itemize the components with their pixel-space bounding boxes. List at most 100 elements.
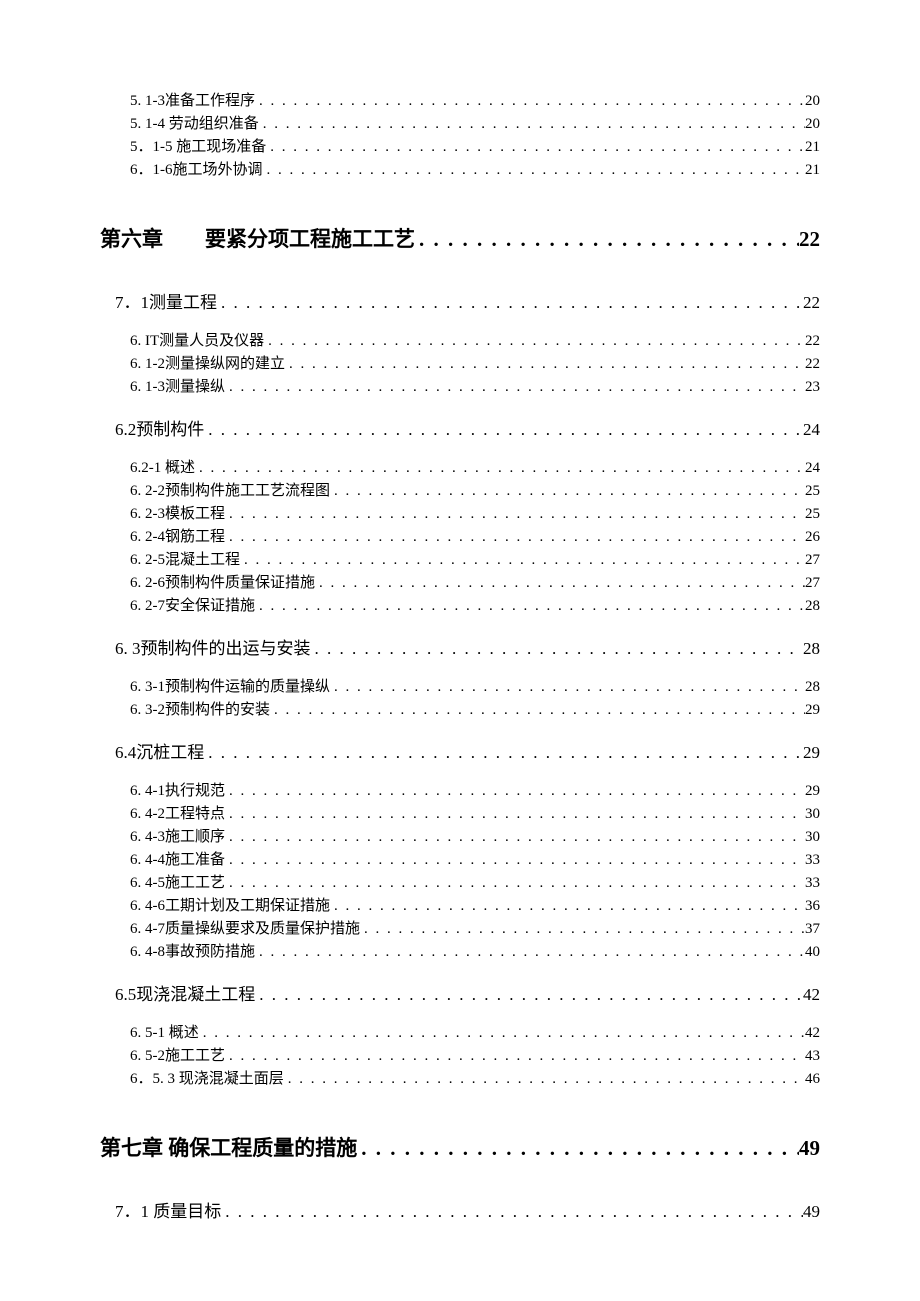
toc-page-number: 23 <box>805 376 820 399</box>
toc-leader-dots <box>330 676 805 699</box>
toc-page-number: 25 <box>805 503 820 526</box>
toc-label: 6. 4-2工程特点 <box>130 803 225 826</box>
toc-page-number: 22 <box>805 330 820 353</box>
toc-label: 6. 3-2预制构件的安装 <box>130 699 270 722</box>
toc-label: 6.4沉桩工程 <box>115 742 204 764</box>
toc-entry: 7．1 质量目标 49 <box>100 1201 820 1223</box>
toc-label: 6. 4-7质量操纵要求及质量保护措施 <box>130 918 360 941</box>
toc-label: 5．1-5 施工现场准备 <box>130 136 266 159</box>
toc-entry: 6．5. 3 现浇混凝土面层46 <box>100 1068 820 1091</box>
toc-label: 6. 4-6工期计划及工期保证措施 <box>130 895 330 918</box>
toc-label: 6. 2-4钢筋工程 <box>130 526 225 549</box>
toc-page-number: 21 <box>805 159 820 182</box>
toc-page-number: 28 <box>805 595 820 618</box>
toc-leader-dots <box>195 457 805 480</box>
toc-label: 第七章 确保工程质量的措施 <box>100 1135 357 1161</box>
toc-leader-dots <box>284 1068 805 1091</box>
toc-entry: 6. 3-2预制构件的安装29 <box>100 699 820 722</box>
toc-label: 6. IT测量人员及仪器 <box>130 330 264 353</box>
toc-leader-dots <box>225 803 805 826</box>
toc-page-number: 49 <box>803 1201 820 1223</box>
toc-label: 6. 3预制构件的出运与安装 <box>115 638 311 660</box>
toc-label: 6. 4-4施工准备 <box>130 849 225 872</box>
toc-leader-dots <box>204 742 803 764</box>
toc-page-number: 27 <box>805 572 820 595</box>
toc-leader-dots <box>225 376 805 399</box>
toc-leader-dots <box>225 849 805 872</box>
toc-page-number: 30 <box>805 803 820 826</box>
toc-entry: 6. 2-5混凝土工程 27 <box>100 549 820 572</box>
toc-label: 6. 3-1预制构件运输的质量操纵 <box>130 676 330 699</box>
toc-leader-dots <box>255 941 805 964</box>
toc-label: 6. 2-5混凝土工程 <box>130 549 240 572</box>
toc-leader-dots <box>199 1022 805 1045</box>
toc-leader-dots <box>225 872 805 895</box>
toc-entry: 6. 3预制构件的出运与安装 28 <box>100 638 820 660</box>
toc-leader-dots <box>259 113 805 136</box>
toc-leader-dots <box>255 90 805 113</box>
toc-leader-dots <box>285 353 805 376</box>
toc-page-number: 42 <box>803 984 820 1006</box>
toc-entry: 6. 4-3施工顺序30 <box>100 826 820 849</box>
toc-page-number: 22 <box>803 292 820 314</box>
toc-entry: 6. 1-3测量操纵23 <box>100 376 820 399</box>
toc-label: 6. 4-8事故预防措施 <box>130 941 255 964</box>
toc-label: 6. 5-2施工工艺 <box>130 1045 225 1068</box>
toc-label: 6. 4-3施工顺序 <box>130 826 225 849</box>
toc-leader-dots <box>255 595 805 618</box>
toc-page-number: 26 <box>805 526 820 549</box>
toc-label: 6. 1-2测量操纵网的建立 <box>130 353 285 376</box>
toc-entry: 6. 4-7质量操纵要求及质量保护措施 37 <box>100 918 820 941</box>
toc-entry: 6. 5-1 概述42 <box>100 1022 820 1045</box>
toc-leader-dots <box>311 638 804 660</box>
toc-leader-dots <box>415 226 799 252</box>
toc-entry: 6.5现浇混凝土工程 42 <box>100 984 820 1006</box>
toc-label: 6. 2-2预制构件施工工艺流程图 <box>130 480 330 503</box>
toc-entry: 5. 1-3准备工作程序20 <box>100 90 820 113</box>
toc-leader-dots <box>225 1045 805 1068</box>
toc-page-number: 22 <box>799 226 820 252</box>
toc-page-number: 21 <box>805 136 820 159</box>
toc-entry: 5. 1-4 劳动组织准备20 <box>100 113 820 136</box>
toc-page-number: 46 <box>805 1068 820 1091</box>
toc-entry: 6. 4-2工程特点 30 <box>100 803 820 826</box>
toc-page-number: 24 <box>805 457 820 480</box>
toc-leader-dots <box>360 918 805 941</box>
toc-page-number: 27 <box>805 549 820 572</box>
toc-page-number: 37 <box>805 918 820 941</box>
toc-label: 6. 2-3模板工程 <box>130 503 225 526</box>
toc-entry: 6. 2-2预制构件施工工艺流程图 25 <box>100 480 820 503</box>
toc-leader-dots <box>255 984 803 1006</box>
toc-label: 6.2-1 概述 <box>130 457 195 480</box>
toc-label: 5. 1-4 劳动组织准备 <box>130 113 259 136</box>
toc-leader-dots <box>225 780 805 803</box>
toc-entry: 6. 4-4施工准备 33 <box>100 849 820 872</box>
toc-entry: 第七章 确保工程质量的措施 49 <box>100 1135 820 1161</box>
table-of-contents: 5. 1-3准备工作程序205. 1-4 劳动组织准备205．1-5 施工现场准… <box>100 90 820 1223</box>
toc-entry: 6. 2-7安全保证措施 28 <box>100 595 820 618</box>
toc-entry: 6.4沉桩工程29 <box>100 742 820 764</box>
toc-label: 6. 4-5施工工艺 <box>130 872 225 895</box>
toc-entry: 6. 2-3模板工程 25 <box>100 503 820 526</box>
toc-page-number: 20 <box>805 90 820 113</box>
toc-entry: 6. 3-1预制构件运输的质量操纵28 <box>100 676 820 699</box>
toc-leader-dots <box>315 572 805 595</box>
toc-entry: 6. 4-1执行规范29 <box>100 780 820 803</box>
toc-label: 7．1 质量目标 <box>115 1201 221 1223</box>
toc-entry: 6. 5-2施工工艺43 <box>100 1045 820 1068</box>
toc-label: 6. 2-7安全保证措施 <box>130 595 255 618</box>
toc-label: 6.5现浇混凝土工程 <box>115 984 255 1006</box>
toc-label: 6. 2-6预制构件质量保证措施 <box>130 572 315 595</box>
toc-page-number: 28 <box>803 638 820 660</box>
toc-leader-dots <box>330 480 805 503</box>
toc-page-number: 29 <box>805 780 820 803</box>
toc-leader-dots <box>204 419 803 441</box>
toc-label: 第六章 要紧分项工程施工工艺 <box>100 226 415 252</box>
toc-leader-dots <box>330 895 805 918</box>
toc-leader-dots <box>264 330 805 353</box>
toc-entry: 第六章 要紧分项工程施工工艺 22 <box>100 226 820 252</box>
toc-page-number: 49 <box>799 1135 820 1161</box>
toc-page-number: 33 <box>805 849 820 872</box>
toc-page-number: 25 <box>805 480 820 503</box>
toc-leader-dots <box>225 503 805 526</box>
